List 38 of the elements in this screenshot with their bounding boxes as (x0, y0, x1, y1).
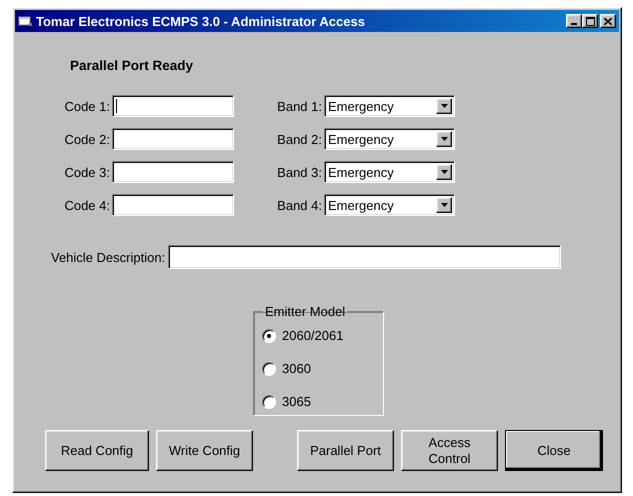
band-dropdown[interactable]: Emergency (324, 128, 455, 150)
command-button[interactable]: Write Config (156, 430, 253, 471)
radio-label: 2060/2061 (282, 328, 344, 343)
radio-button[interactable] (262, 394, 276, 408)
minimize-button[interactable] (566, 14, 582, 28)
field-label: Band 1: (276, 98, 322, 114)
code-field[interactable] (112, 95, 234, 117)
field-label: Band 2: (276, 132, 322, 146)
radio-label: 3065 (282, 394, 311, 409)
default-button[interactable]: Close (505, 430, 603, 471)
band-dropdown[interactable]: Emergency (324, 161, 455, 183)
code-field[interactable] (112, 161, 234, 183)
close-button[interactable] (600, 14, 616, 28)
close-icon (604, 18, 612, 24)
maximize-icon (586, 16, 594, 26)
field-label: Band 4: (276, 198, 322, 212)
group-title: Emitter Model (264, 304, 346, 319)
field-label: Code 3: (63, 164, 110, 180)
radio-label: 3060 (282, 361, 311, 376)
radio-button[interactable] (262, 328, 276, 342)
maximize-button[interactable] (582, 14, 598, 28)
vehicle-description-field[interactable] (168, 245, 562, 269)
code-field[interactable] (112, 128, 234, 150)
field-label: Code 4: (63, 198, 110, 212)
field-label: Band 3: (276, 164, 322, 180)
window-title: Tomar Electronics ECMPS 3.0 - Administrator Access (36, 14, 366, 28)
command-button[interactable]: Parallel Port (297, 430, 394, 471)
command-button[interactable]: Access Control (401, 430, 498, 471)
code-field[interactable] (112, 194, 234, 216)
field-label: Code 2: (63, 132, 110, 146)
field-label: Vehicle Description: (51, 250, 166, 264)
radio-button[interactable] (262, 362, 276, 376)
app-icon (18, 15, 32, 27)
field-label: Code 1: (63, 98, 110, 114)
status-label: Parallel Port Ready (70, 58, 194, 73)
band-dropdown[interactable]: Emergency (324, 194, 455, 216)
command-button[interactable]: Read Config (45, 430, 149, 471)
band-dropdown[interactable]: Emergency (324, 95, 455, 117)
